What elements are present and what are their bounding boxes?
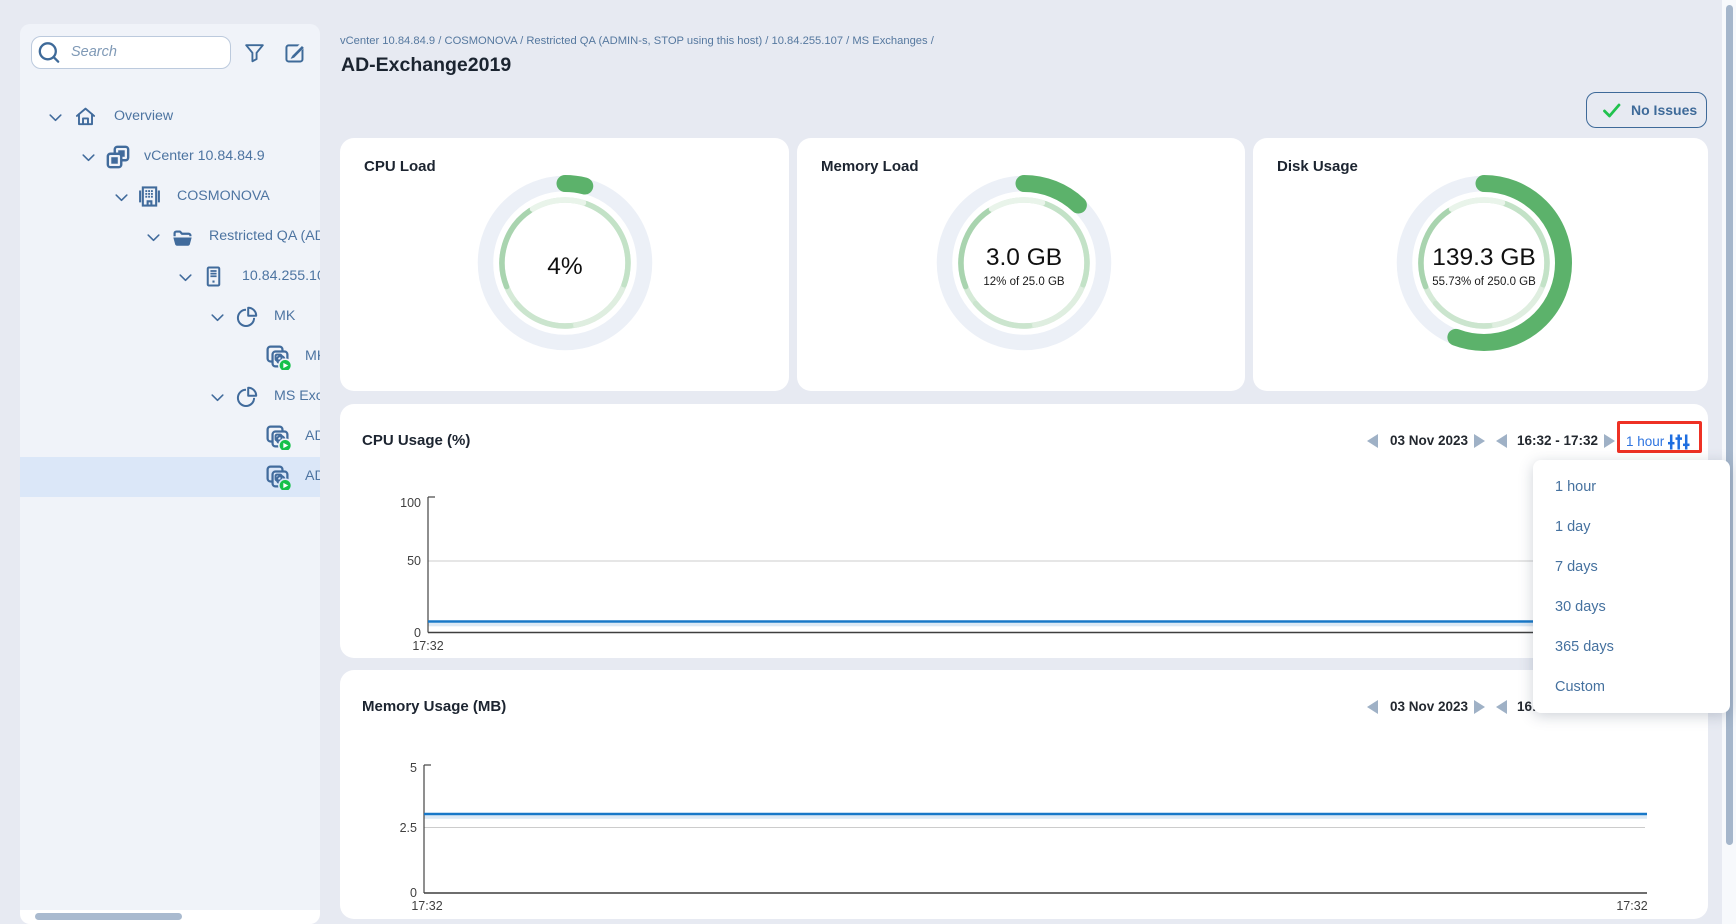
svg-text:55.73% of 250.0 GB: 55.73% of 250.0 GB	[1432, 276, 1536, 288]
svg-text:17:32: 17:32	[412, 639, 443, 653]
svg-text:0: 0	[414, 626, 421, 640]
svg-text:12% of 25.0 GB: 12% of 25.0 GB	[983, 276, 1065, 288]
svg-text:3.0 GB: 3.0 GB	[985, 244, 1061, 271]
svg-text:17:32: 17:32	[1616, 899, 1647, 913]
svg-text:5: 5	[410, 761, 417, 775]
svg-text:0: 0	[410, 886, 417, 900]
svg-text:100: 100	[400, 496, 421, 510]
svg-text:4%: 4%	[547, 253, 582, 280]
svg-text:139.3 GB: 139.3 GB	[1432, 244, 1536, 271]
svg-text:2.5: 2.5	[400, 821, 417, 835]
svg-text:50: 50	[407, 554, 421, 568]
svg-text:17:32: 17:32	[411, 899, 442, 913]
